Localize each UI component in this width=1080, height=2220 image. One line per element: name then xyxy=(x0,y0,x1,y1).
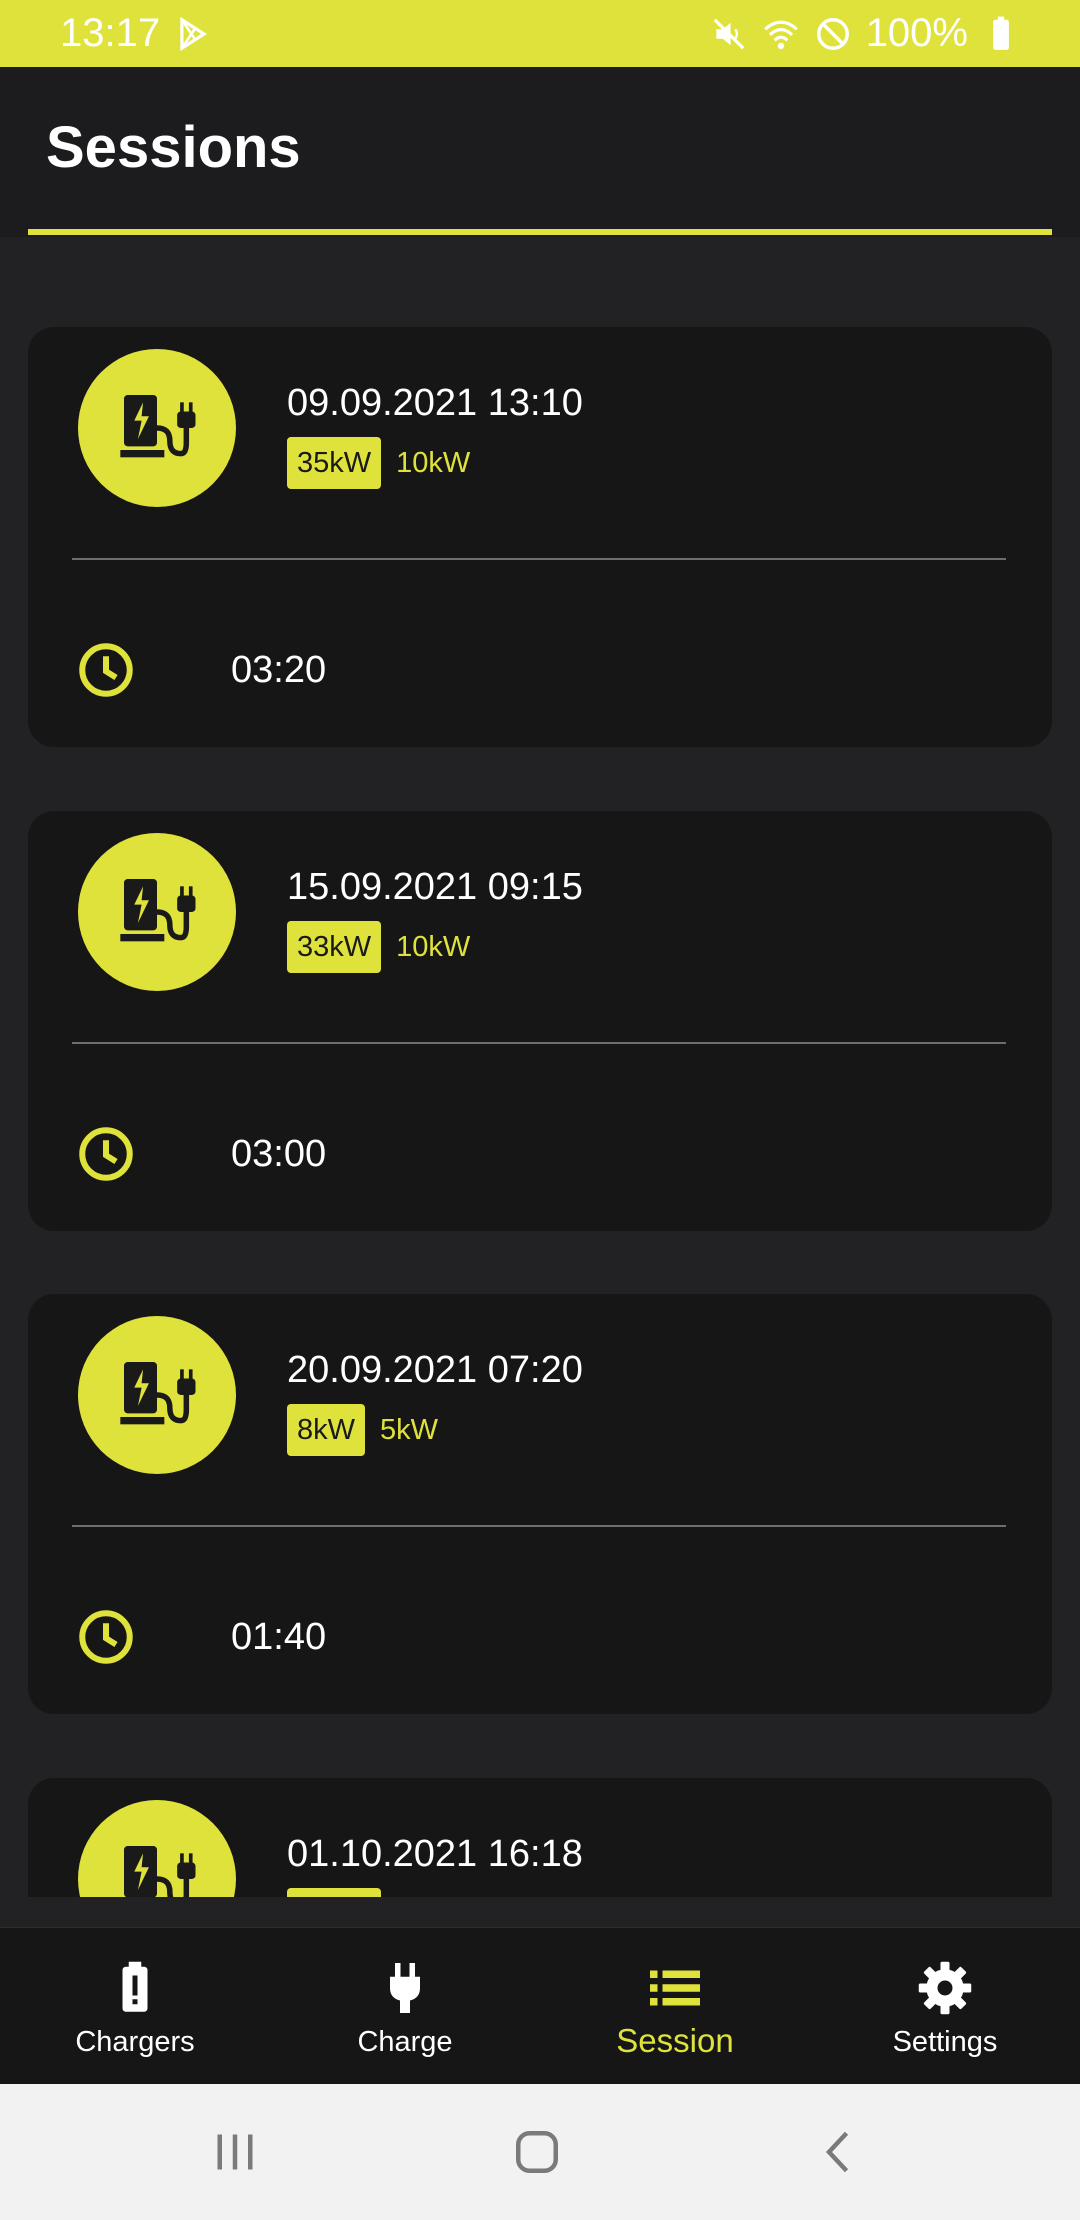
back-icon[interactable] xyxy=(809,2122,869,2182)
charging-station-avatar xyxy=(78,349,236,507)
nav-charge-label: Charge xyxy=(357,2026,453,2058)
battery-percent: 100% xyxy=(865,11,968,55)
charging-station-avatar xyxy=(78,833,236,991)
power-avg-label: 10kW xyxy=(396,446,471,479)
power-tags xyxy=(287,1888,381,1897)
charger-battery-icon xyxy=(105,1958,165,2018)
clock-icon xyxy=(79,1610,133,1664)
power-max-badge: 33kW xyxy=(287,921,382,973)
recent-apps-icon[interactable] xyxy=(205,2122,265,2182)
session-date: 20.09.2021 07:20 xyxy=(287,1349,583,1391)
do-not-disturb-icon xyxy=(816,17,849,50)
status-time: 13:17 xyxy=(60,11,161,55)
session-duration: 03:00 xyxy=(231,1133,327,1175)
nav-chargers-label: Chargers xyxy=(75,2026,195,2058)
nav-session[interactable]: Session xyxy=(540,1928,810,2085)
power-max-badge xyxy=(287,1888,381,1897)
nav-settings-label: Settings xyxy=(892,2026,998,2058)
mute-icon xyxy=(713,18,745,49)
session-card[interactable]: 01.10.2021 16:18 xyxy=(28,1778,1052,1897)
nav-charge[interactable]: Charge xyxy=(270,1928,540,2085)
nav-session-label: Session xyxy=(616,2022,734,2059)
power-max-badge: 35kW xyxy=(287,437,382,489)
clock-icon xyxy=(79,1127,133,1181)
title-underline xyxy=(28,229,1052,235)
bottom-nav: Chargers Charge Session Settings xyxy=(0,1927,1080,2085)
session-card[interactable]: 20.09.2021 07:20 8kW 5kW 01:40 xyxy=(28,1294,1052,1714)
session-date: 01.10.2021 16:18 xyxy=(287,1833,583,1875)
home-icon[interactable] xyxy=(507,2122,567,2182)
card-divider xyxy=(72,1525,1006,1527)
charging-station-icon xyxy=(124,1846,196,1897)
battery-icon xyxy=(993,16,1009,50)
nav-chargers[interactable]: Chargers xyxy=(0,1928,270,2085)
session-list[interactable]: 09.09.2021 13:10 35kW 10kW 03:20 15.09.2… xyxy=(0,237,1080,1897)
card-divider xyxy=(72,558,1006,560)
charging-station-avatar xyxy=(78,1800,236,1897)
charging-station-icon xyxy=(120,879,196,942)
power-avg-label: 5kW xyxy=(380,1413,438,1446)
app-bar: Sessions xyxy=(0,67,1080,237)
nav-settings[interactable]: Settings xyxy=(810,1928,1080,2085)
session-date: 15.09.2021 09:15 xyxy=(287,866,583,908)
power-tags: 8kW 5kW xyxy=(287,1404,438,1456)
list-icon xyxy=(645,1958,705,2018)
gear-icon xyxy=(915,1958,975,2018)
wifi-icon xyxy=(763,20,798,49)
power-tags: 33kW 10kW xyxy=(287,921,470,973)
session-date: 09.09.2021 13:10 xyxy=(287,382,583,424)
clock-icon xyxy=(79,643,133,697)
session-card[interactable]: 09.09.2021 13:10 35kW 10kW 03:20 xyxy=(28,327,1052,747)
play-store-icon xyxy=(180,16,208,51)
plug-icon xyxy=(375,1958,435,2018)
charging-station-avatar xyxy=(78,1316,236,1474)
status-bar: 13:17 100% xyxy=(0,0,1080,67)
system-nav-bar xyxy=(0,2084,1080,2220)
power-tags: 35kW 10kW xyxy=(287,437,470,489)
card-divider xyxy=(72,1042,1006,1044)
power-avg-label: 10kW xyxy=(396,930,471,963)
charging-station-icon xyxy=(120,1362,196,1425)
session-duration: 01:40 xyxy=(231,1616,327,1658)
session-duration: 03:20 xyxy=(231,649,327,691)
page-title: Sessions xyxy=(46,115,301,180)
charging-station-icon xyxy=(120,395,196,458)
power-max-badge: 8kW xyxy=(287,1404,365,1456)
session-card[interactable]: 15.09.2021 09:15 33kW 10kW 03:00 xyxy=(28,811,1052,1231)
